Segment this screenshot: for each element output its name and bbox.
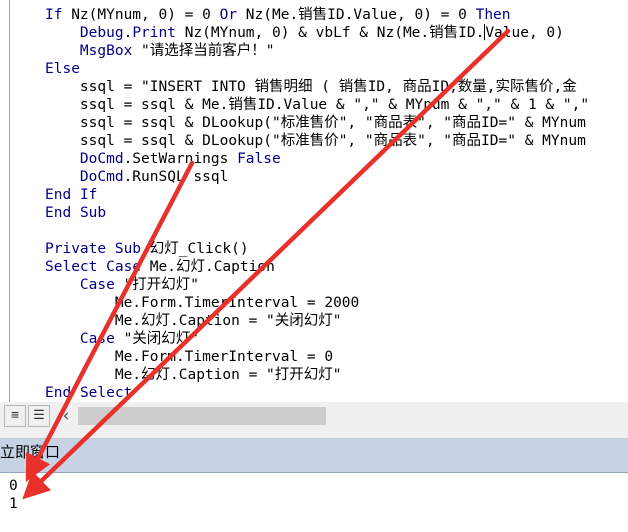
annotation-arrows xyxy=(22,28,511,500)
annotation-arrow-icon xyxy=(22,28,511,500)
annotation-arrow-icon xyxy=(25,160,195,482)
